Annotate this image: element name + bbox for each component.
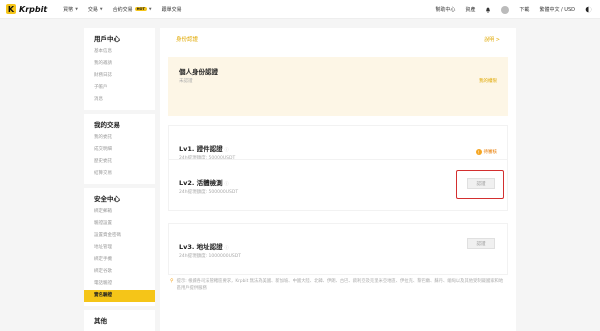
sidebar-section-user-center: 用戶中心 基本信息 我的邀請 財務日誌 子帳戶 消息: [84, 28, 155, 106]
main-header: 身份認證 說明 >: [160, 28, 516, 50]
assets-link[interactable]: 資產: [465, 6, 475, 13]
sidebar-item[interactable]: 綁定谷歌: [84, 266, 155, 278]
withdrawal-limit: 24h提現額度: 1000000USDT: [179, 254, 241, 259]
nav-label: 合約交易: [112, 6, 133, 13]
pending-icon: !: [475, 149, 482, 155]
status-badge: ! 待審核: [475, 149, 498, 155]
sidebar-item[interactable]: 子帳戶: [84, 82, 155, 94]
notice-text: 提示: 根據各司法管轄區要求，Krpbit 無法為美國、新加坡、中國大陸、北韓、…: [176, 279, 504, 291]
withdrawal-limit: 24h提現額度: 500000USDT: [179, 190, 239, 195]
my-permissions-link[interactable]: 我的權限: [479, 78, 497, 84]
page-title: 身份認證: [176, 37, 199, 43]
top-navigation-bar: K Krpbit 買幣 ▼ 交易 ▼ 合約交易 HOT ▼ 跟單交易 幫助中心 …: [0, 0, 600, 19]
sidebar-item[interactable]: 綁定手機: [84, 254, 155, 266]
verify-button-lv3[interactable]: 認證: [467, 238, 495, 249]
sidebar-section-security: 安全中心 綁定郵箱 驗證設置 設置資金密碼 地址管理 綁定手機 綁定谷歌 電話驗…: [84, 188, 155, 302]
logo-text: Krpbit: [19, 4, 48, 14]
help-center-link[interactable]: 幫助中心: [435, 6, 455, 13]
card-title: Lv1. 證件認證 ⓘ: [179, 143, 229, 153]
sidebar: 用戶中心 基本信息 我的邀請 財務日誌 子帳戶 消息 我的交易 我的委託 成交明…: [84, 28, 155, 331]
sidebar-item[interactable]: 地址管理: [84, 242, 155, 254]
chevron-down-icon: ▼: [99, 7, 103, 11]
lv2-title: Lv2. 活體檢測: [179, 179, 223, 187]
nav-copy-trading[interactable]: 跟單交易: [162, 6, 182, 13]
sidebar-item[interactable]: 驗證設置: [84, 218, 155, 230]
personal-verification-card: 個人身份認證 未認證 我的權限: [168, 57, 508, 116]
notification-bell-icon[interactable]: [485, 7, 491, 13]
sidebar-item[interactable]: 結算交易: [84, 168, 155, 180]
sidebar-item[interactable]: 成交明細: [84, 144, 155, 156]
card-title: Lv2. 活體檢測 ⓘ: [179, 177, 229, 187]
nav-buy-crypto[interactable]: 買幣 ▼: [63, 6, 78, 13]
sidebar-item[interactable]: 我的邀請: [84, 58, 155, 70]
info-icon[interactable]: ⓘ: [225, 181, 229, 186]
lv3-verification-card: Lv3. 地址認證 ⓘ 24h提現額度: 1000000USDT 認證: [168, 223, 508, 275]
sidebar-item[interactable]: 綁定郵箱: [84, 206, 155, 218]
chevron-down-icon: ▼: [148, 7, 152, 11]
nav-futures[interactable]: 合約交易 HOT ▼: [113, 6, 152, 13]
status-label: 待審核: [483, 150, 498, 155]
logo-mark: K: [6, 4, 16, 14]
location-pin-icon: ⚲: [170, 278, 174, 284]
sidebar-item[interactable]: 消息: [84, 94, 155, 106]
sidebar-item[interactable]: 設置資金密碼: [84, 230, 155, 242]
card-title: 個人身份認證: [179, 68, 218, 76]
sidebar-item[interactable]: 財務日誌: [84, 70, 155, 82]
sidebar-item[interactable]: 電話驗證: [84, 278, 155, 290]
compliance-notice: ⚲ 提示: 根據各司法管轄區要求，Krpbit 無法為美國、新加坡、中國大陸、北…: [170, 278, 506, 292]
info-icon[interactable]: ⓘ: [225, 245, 229, 250]
description-link[interactable]: 說明 >: [484, 36, 500, 43]
nav-trade[interactable]: 交易 ▼: [88, 6, 103, 13]
sidebar-item-active[interactable]: 實名驗證: [84, 290, 155, 302]
sidebar-section-other: 其他: [84, 310, 155, 328]
nav-label: 跟單交易: [161, 6, 182, 13]
highlight-box: [456, 170, 504, 199]
main-nav: 買幣 ▼ 交易 ▼ 合約交易 HOT ▼ 跟單交易: [63, 6, 191, 13]
download-link[interactable]: 下載: [519, 6, 529, 13]
sidebar-section-title: 安全中心: [94, 195, 120, 203]
nav-label: 交易: [87, 6, 98, 13]
sidebar-section-my-trades: 我的交易 我的委託 成交明細 歷史委託 結算交易: [84, 114, 155, 180]
sidebar-item[interactable]: 基本信息: [84, 46, 155, 58]
lv3-title: Lv3. 地址認證: [179, 243, 223, 251]
info-icon[interactable]: ⓘ: [225, 147, 229, 152]
lv1-title: Lv1. 證件認證: [179, 145, 223, 153]
nav-label: 買幣: [63, 6, 74, 13]
avatar[interactable]: [501, 5, 510, 14]
chevron-down-icon: ▼: [75, 7, 78, 11]
sidebar-section-title: 我的交易: [94, 121, 120, 129]
card-title: Lv3. 地址認證 ⓘ: [179, 241, 229, 251]
sidebar-section-title: 其他: [94, 317, 107, 325]
sidebar-item[interactable]: 我的委託: [84, 132, 155, 144]
language-currency-selector[interactable]: 繁體中文 / USD: [539, 6, 575, 13]
nav-right: 幫助中心 資產 下載 繁體中文 / USD: [425, 0, 592, 19]
verification-status: 未認證: [179, 79, 193, 84]
theme-toggle-icon[interactable]: [585, 6, 592, 13]
hot-badge: HOT: [134, 7, 147, 11]
logo[interactable]: K Krpbit: [6, 4, 47, 14]
sidebar-item[interactable]: 歷史委託: [84, 156, 155, 168]
sidebar-section-title: 用戶中心: [94, 35, 120, 43]
